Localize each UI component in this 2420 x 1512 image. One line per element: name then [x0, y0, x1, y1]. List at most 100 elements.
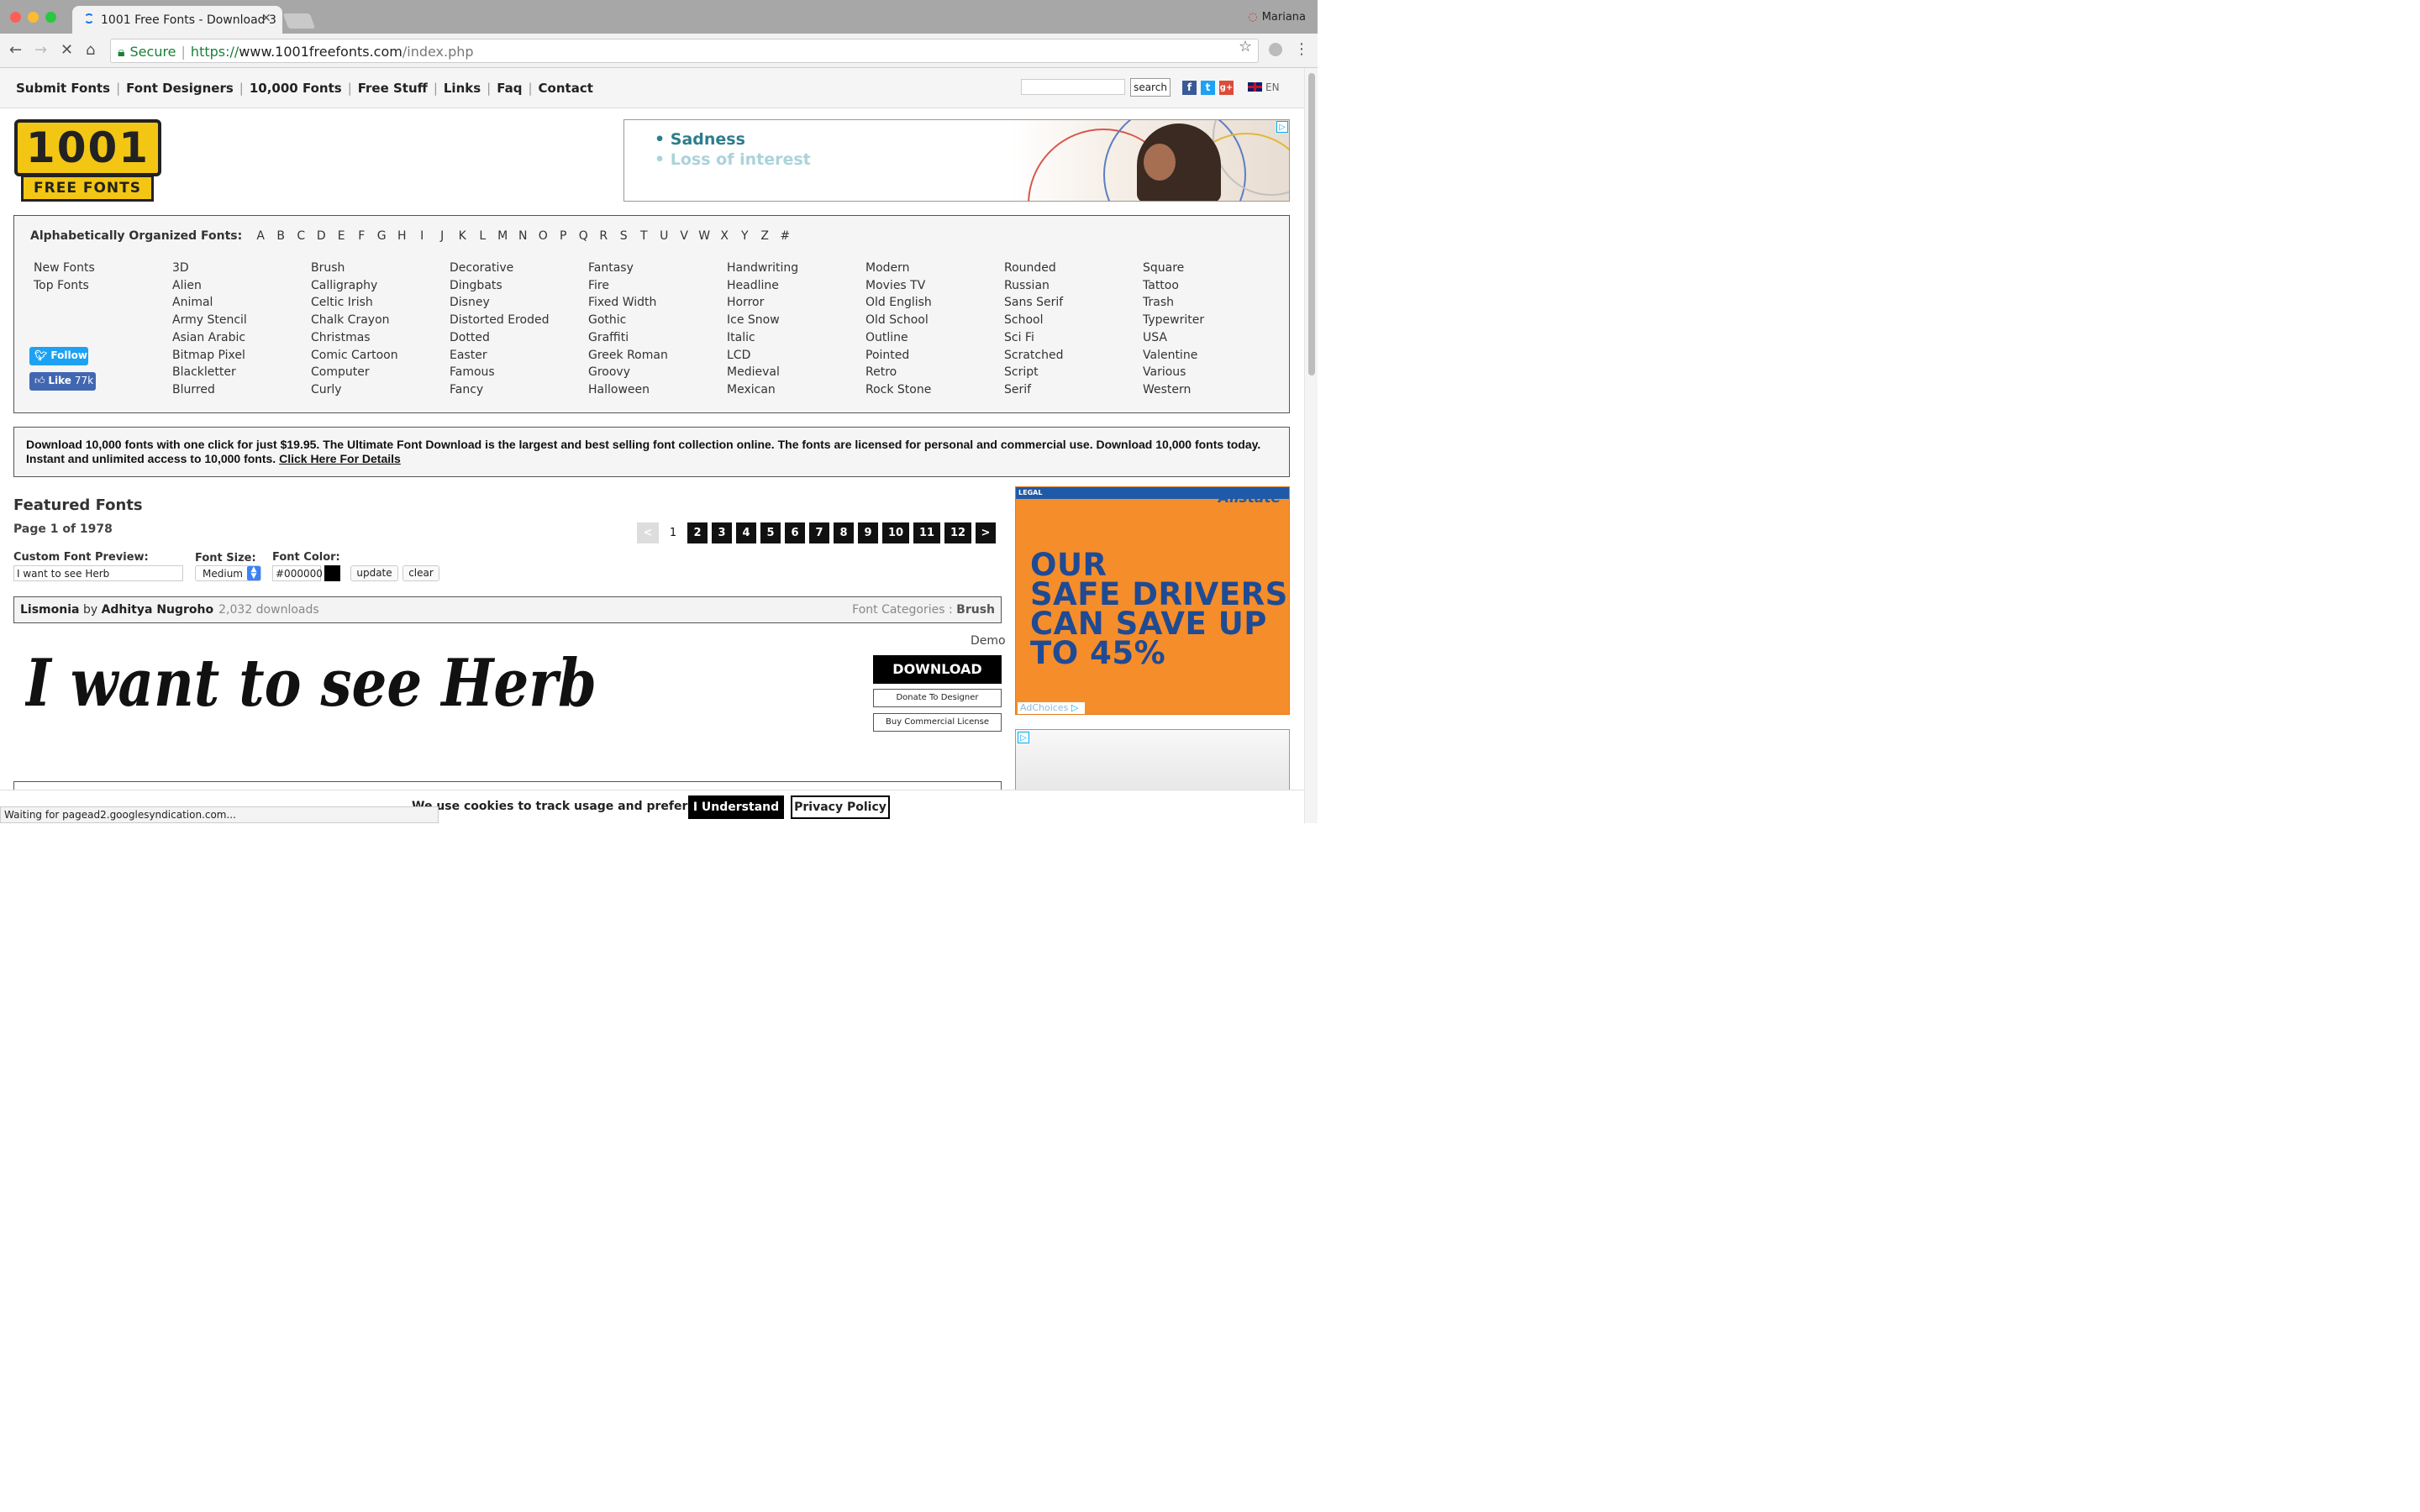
- category-link[interactable]: Comic Cartoon: [311, 347, 445, 365]
- category-link[interactable]: Greek Roman: [588, 347, 723, 365]
- category-link[interactable]: Halloween: [588, 381, 723, 399]
- stop-loading-icon[interactable]: ✕: [60, 41, 73, 59]
- alphabet-letter-link[interactable]: P: [553, 229, 573, 243]
- twitter-icon[interactable]: t: [1201, 81, 1215, 95]
- category-link[interactable]: Calligraphy: [311, 277, 445, 295]
- category-link[interactable]: USA: [1143, 329, 1277, 347]
- category-link[interactable]: Fancy: [450, 381, 584, 399]
- category-link[interactable]: Curly: [311, 381, 445, 399]
- category-link[interactable]: Bitmap Pixel: [172, 347, 307, 365]
- category-link[interactable]: Movies TV: [865, 277, 1000, 295]
- category-link[interactable]: Army Stencil: [172, 312, 307, 329]
- alphabet-letter-link[interactable]: V: [674, 229, 694, 243]
- category-link[interactable]: Fantasy: [588, 260, 723, 277]
- address-bar[interactable]: 🔒︎ Secure | https://www.1001freefonts.com/i…: [110, 39, 1259, 63]
- category-link[interactable]: Headline: [727, 277, 861, 295]
- alphabet-letter-link[interactable]: A: [250, 229, 271, 243]
- alphabet-letter-link[interactable]: T: [634, 229, 654, 243]
- category-link[interactable]: Serif: [1004, 381, 1139, 399]
- scrollbar-thumb[interactable]: [1308, 73, 1315, 375]
- category-link[interactable]: Script: [1004, 364, 1139, 381]
- font-color-input[interactable]: #000000: [272, 565, 323, 581]
- category-link[interactable]: Modern: [865, 260, 1000, 277]
- category-link[interactable]: Animal: [172, 294, 307, 312]
- category-link[interactable]: Famous: [450, 364, 584, 381]
- page-link[interactable]: 2: [687, 522, 708, 543]
- facebook-like-button[interactable]: 👍︎ Like 77k: [29, 372, 96, 391]
- minimize-window-button[interactable]: [28, 12, 39, 23]
- alphabet-letter-link[interactable]: H: [392, 229, 412, 243]
- page-link[interactable]: 1: [663, 522, 683, 543]
- next-page-button[interactable]: >: [976, 522, 996, 543]
- category-link[interactable]: Medieval: [727, 364, 861, 381]
- category-link[interactable]: Rounded: [1004, 260, 1139, 277]
- category-link[interactable]: Valentine: [1143, 347, 1277, 365]
- back-arrow-icon[interactable]: ←: [9, 41, 22, 59]
- category-link[interactable]: 3D: [172, 260, 307, 277]
- category-link[interactable]: Tattoo: [1143, 277, 1277, 295]
- category-link[interactable]: Russian: [1004, 277, 1139, 295]
- alphabet-letter-link[interactable]: O: [533, 229, 553, 243]
- category-link[interactable]: Horror: [727, 294, 861, 312]
- alphabet-letter-link[interactable]: Y: [734, 229, 755, 243]
- new-tab-button[interactable]: [282, 13, 316, 29]
- custom-preview-input[interactable]: I want to see Herb: [13, 565, 183, 581]
- nav-font-designers[interactable]: Font Designers: [126, 81, 234, 96]
- category-link[interactable]: Pointed: [865, 347, 1000, 365]
- category-link[interactable]: Dotted: [450, 329, 584, 347]
- google-plus-icon[interactable]: g+: [1219, 81, 1234, 95]
- page-link[interactable]: 8: [834, 522, 854, 543]
- nav-faq[interactable]: Faq: [497, 81, 522, 96]
- font-preview-image[interactable]: I want to see Herb: [24, 640, 613, 736]
- category-link[interactable]: Western: [1143, 381, 1277, 399]
- category-link[interactable]: School: [1004, 312, 1139, 329]
- category-link[interactable]: Distorted Eroded: [450, 312, 584, 329]
- page-link[interactable]: 4: [736, 522, 756, 543]
- clear-button[interactable]: clear: [402, 565, 439, 581]
- twitter-follow-button[interactable]: 🐦︎ Follow: [29, 347, 88, 365]
- download-button[interactable]: DOWNLOAD: [873, 655, 1002, 684]
- alphabet-letter-link[interactable]: C: [291, 229, 311, 243]
- cookie-accept-button[interactable]: I Understand: [688, 795, 784, 819]
- category-link[interactable]: Sans Serif: [1004, 294, 1139, 312]
- site-search-button[interactable]: search: [1130, 78, 1171, 97]
- category-link[interactable]: Sci Fi: [1004, 329, 1139, 347]
- facebook-icon[interactable]: f: [1182, 81, 1197, 95]
- category-link[interactable]: Blackletter: [172, 364, 307, 381]
- browser-menu-icon[interactable]: ⋮: [1294, 40, 1309, 58]
- insurance-ad[interactable]: LEGAL Allstate OUR SAFE DRIVERS CAN SAVE U…: [1015, 486, 1290, 715]
- alphabet-letter-link[interactable]: U: [654, 229, 674, 243]
- page-link[interactable]: 6: [785, 522, 805, 543]
- language-selector[interactable]: EN: [1248, 81, 1280, 93]
- forward-arrow-icon[interactable]: →: [34, 41, 47, 59]
- category-link[interactable]: Handwriting: [727, 260, 861, 277]
- alphabet-letter-link[interactable]: X: [714, 229, 734, 243]
- profile-button[interactable]: ◌ Mariana: [1248, 11, 1306, 24]
- category-link[interactable]: Decorative: [450, 260, 584, 277]
- alphabet-letter-link[interactable]: K: [452, 229, 472, 243]
- category-link[interactable]: LCD: [727, 347, 861, 365]
- alphabet-letter-link[interactable]: J: [432, 229, 452, 243]
- page-scrollbar[interactable]: [1304, 68, 1318, 823]
- alphabet-letter-link[interactable]: #: [775, 229, 795, 243]
- category-link[interactable]: Chalk Crayon: [311, 312, 445, 329]
- adchoices-icon[interactable]: ▷: [1276, 121, 1288, 133]
- nav-links[interactable]: Links: [444, 81, 481, 96]
- maximize-window-button[interactable]: [45, 12, 56, 23]
- category-link[interactable]: Mexican: [727, 381, 861, 399]
- update-button[interactable]: update: [350, 565, 398, 581]
- nav-submit-fonts[interactable]: Submit Fonts: [16, 81, 110, 96]
- category-link[interactable]: Scratched: [1004, 347, 1139, 365]
- category-link[interactable]: Disney: [450, 294, 584, 312]
- alphabet-letter-link[interactable]: M: [492, 229, 513, 243]
- category-link[interactable]: Trash: [1143, 294, 1277, 312]
- category-link[interactable]: Outline: [865, 329, 1000, 347]
- alphabet-letter-link[interactable]: B: [271, 229, 291, 243]
- extension-icon[interactable]: [1269, 43, 1282, 56]
- site-search-input[interactable]: [1021, 79, 1125, 95]
- bookmark-star-icon[interactable]: ☆: [1239, 38, 1252, 55]
- category-link[interactable]: Old School: [865, 312, 1000, 329]
- category-link[interactable]: Easter: [450, 347, 584, 365]
- prev-page-button[interactable]: <: [637, 522, 659, 543]
- alphabet-letter-link[interactable]: D: [311, 229, 331, 243]
